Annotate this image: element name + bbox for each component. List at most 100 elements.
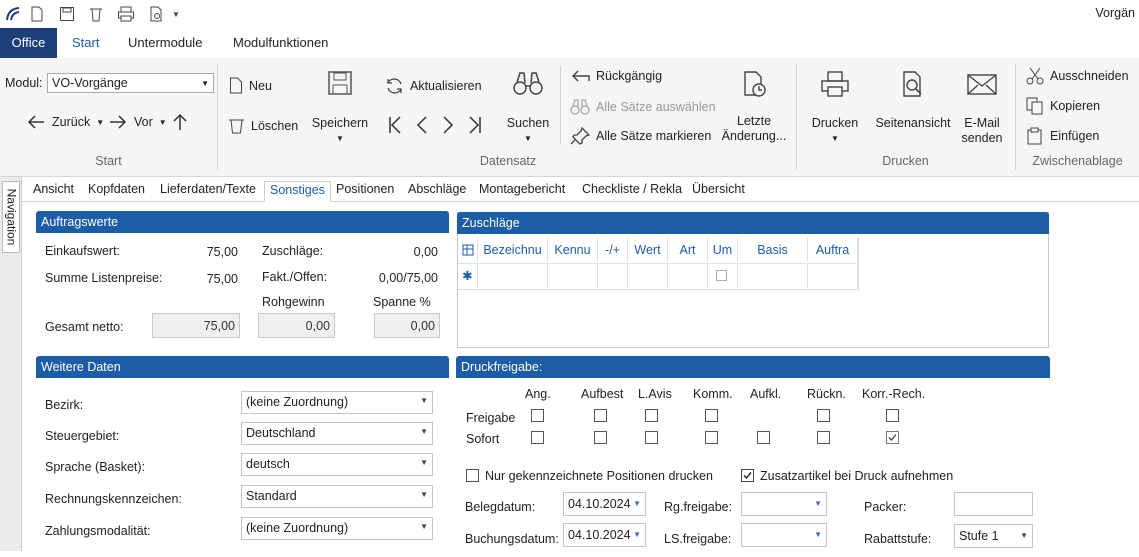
nur-gekennzeichnete-checkbox[interactable] (466, 469, 479, 482)
chevron-down-icon: ▼ (420, 490, 428, 499)
um-checkbox[interactable] (716, 270, 727, 281)
lsfreigabe-field[interactable]: ▼ (741, 523, 827, 547)
sofort-aufkl-checkbox[interactable] (757, 431, 770, 444)
grid-cell[interactable] (598, 263, 628, 288)
rgfreigabe-field[interactable]: ▼ (741, 492, 827, 516)
grid-cell[interactable] (478, 263, 548, 288)
column-header[interactable]: Art (668, 238, 708, 262)
last-record-icon[interactable] (468, 116, 482, 134)
freigabe-lavis-checkbox[interactable] (645, 409, 658, 422)
grid-cell[interactable] (668, 263, 708, 288)
column-header[interactable]: Basis (738, 238, 808, 262)
tab-ansicht[interactable]: Ansicht (28, 181, 79, 202)
tab-uebersicht[interactable]: Übersicht (687, 181, 750, 202)
seitenansicht-button[interactable]: Seitenansicht (870, 70, 956, 131)
tab-abschlaege[interactable]: Abschläge (403, 181, 471, 202)
grid-cell[interactable] (628, 263, 668, 288)
back-button[interactable]: Zurück ▼ (26, 114, 104, 130)
tab-sonstiges[interactable]: Sonstiges (264, 181, 331, 202)
tab-positionen[interactable]: Positionen (331, 181, 399, 202)
belegdatum-field[interactable]: 04.10.2024 ▼ (563, 492, 646, 516)
rueckgaengig-button[interactable]: Rückgängig (570, 68, 662, 84)
buchungsdatum-label: Buchungsdatum: (465, 532, 559, 546)
freigabe-ang-checkbox[interactable] (531, 409, 544, 422)
tab-checkliste[interactable]: Checkliste / Rekla (577, 181, 687, 202)
suchen-button[interactable]: Suchen ▼ (501, 70, 555, 146)
sprache-select[interactable]: deutsch ▼ (241, 453, 433, 476)
modul-select[interactable]: VO-Vorgänge ▼ (47, 73, 214, 93)
grid-cell[interactable] (548, 263, 598, 288)
tab-office[interactable]: Office (0, 28, 57, 58)
tab-modulfunktionen[interactable]: Modulfunktionen (220, 28, 341, 58)
ribbon: Modul: VO-Vorgänge ▼ Zurück ▼ Vor ▼ Start N… (0, 58, 1139, 177)
ausschneiden-button[interactable]: Ausschneiden (1026, 67, 1129, 85)
forward-button[interactable]: Vor ▼ (108, 114, 167, 130)
email-senden-button[interactable]: E-Mail senden (956, 70, 1008, 146)
buchungsdatum-field[interactable]: 04.10.2024 ▼ (563, 523, 646, 547)
druckfreigabe-panel: Druckfreigabe: Ang. Aufbest L.Avis Komm.… (456, 356, 1050, 557)
app-logo-icon[interactable] (4, 5, 22, 23)
zahlungsmodalitaet-select[interactable]: (keine Zuordnung) ▼ (241, 517, 433, 540)
column-header[interactable]: Auftra (808, 238, 858, 262)
new-document-icon[interactable] (28, 5, 46, 23)
sofort-korr-rech-checkbox[interactable] (886, 431, 899, 444)
grid-cell[interactable] (738, 263, 808, 288)
qat-customize-icon[interactable]: ▼ (170, 5, 182, 23)
sofort-komm-checkbox[interactable] (705, 431, 718, 444)
column-header[interactable]: -/+ (598, 238, 628, 262)
navigation-tab[interactable]: Navigation (2, 181, 20, 253)
aktualisieren-button[interactable]: Aktualisieren (385, 77, 482, 95)
alle-saetze-auswaehlen-button[interactable]: Alle Sätze auswählen (570, 98, 716, 116)
bezirk-select[interactable]: (keine Zuordnung) ▼ (241, 391, 433, 414)
freigabe-aufbest-checkbox[interactable] (594, 409, 607, 422)
sprache-label: Sprache (Basket): (45, 460, 146, 474)
freigabe-komm-checkbox[interactable] (705, 409, 718, 422)
zuschlaege-grid[interactable]: Bezeichnu Kennu -/+ Wert Art Um Basis Au… (458, 238, 859, 290)
sofort-ang-checkbox[interactable] (531, 431, 544, 444)
grid-menu-icon[interactable] (458, 238, 478, 262)
column-header[interactable]: Bezeichnu (478, 238, 548, 262)
chevron-down-icon: ▼ (420, 427, 428, 436)
column-header[interactable]: Wert (628, 238, 668, 262)
speichern-button[interactable]: Speichern ▼ (308, 70, 372, 146)
freigabe-rueckn-checkbox[interactable] (817, 409, 830, 422)
sofort-rueckn-checkbox[interactable] (817, 431, 830, 444)
navigation-sidebar: Navigation (0, 177, 22, 551)
zusatzartikel-label: Zusatzartikel bei Druck aufnehmen (760, 469, 954, 483)
next-record-icon[interactable] (442, 116, 454, 134)
rohgewinn-field: 0,00 (258, 313, 335, 338)
tab-untermodule[interactable]: Untermodule (115, 28, 215, 58)
print-icon[interactable] (117, 5, 135, 23)
tab-kopfdaten[interactable]: Kopfdaten (83, 181, 150, 202)
einfuegen-button[interactable]: Einfügen (1026, 127, 1099, 145)
save-icon[interactable] (58, 5, 76, 23)
column-header[interactable]: Kennu (548, 238, 598, 262)
tab-montagebericht[interactable]: Montagebericht (474, 181, 570, 202)
freigabe-korr-rech-checkbox[interactable] (886, 409, 899, 422)
tab-start[interactable]: Start (59, 28, 112, 58)
neu-button[interactable]: Neu (229, 77, 272, 94)
quick-access-toolbar: ▼ (0, 0, 1139, 28)
up-button[interactable] (171, 113, 189, 131)
rabattstufe-select[interactable]: Stufe 1 ▼ (954, 524, 1033, 548)
sofort-lavis-checkbox[interactable] (645, 431, 658, 444)
drucken-button[interactable]: Drucken ▼ (805, 70, 865, 146)
steuergebiet-select[interactable]: Deutschland ▼ (241, 422, 433, 445)
column-header[interactable]: Um (708, 238, 738, 262)
rechnungskennzeichen-select[interactable]: Standard ▼ (241, 485, 433, 508)
grid-cell[interactable] (708, 263, 738, 288)
delete-icon[interactable] (87, 5, 105, 23)
sofort-aufbest-checkbox[interactable] (594, 431, 607, 444)
kopieren-button[interactable]: Kopieren (1026, 97, 1100, 115)
packer-field[interactable] (954, 492, 1033, 516)
tab-lieferdaten[interactable]: Lieferdaten/Texte (155, 181, 261, 202)
letzte-aenderung-button[interactable]: Letzte Änderung... (718, 70, 790, 144)
trash-icon (229, 119, 244, 134)
first-record-icon[interactable] (388, 116, 402, 134)
zusatzartikel-checkbox[interactable] (741, 469, 754, 482)
print-preview-icon[interactable] (148, 5, 166, 23)
loeschen-button[interactable]: Löschen (228, 117, 298, 134)
grid-cell[interactable] (808, 263, 858, 288)
alle-saetze-markieren-button[interactable]: Alle Sätze markieren (570, 127, 711, 145)
previous-record-icon[interactable] (416, 116, 428, 134)
